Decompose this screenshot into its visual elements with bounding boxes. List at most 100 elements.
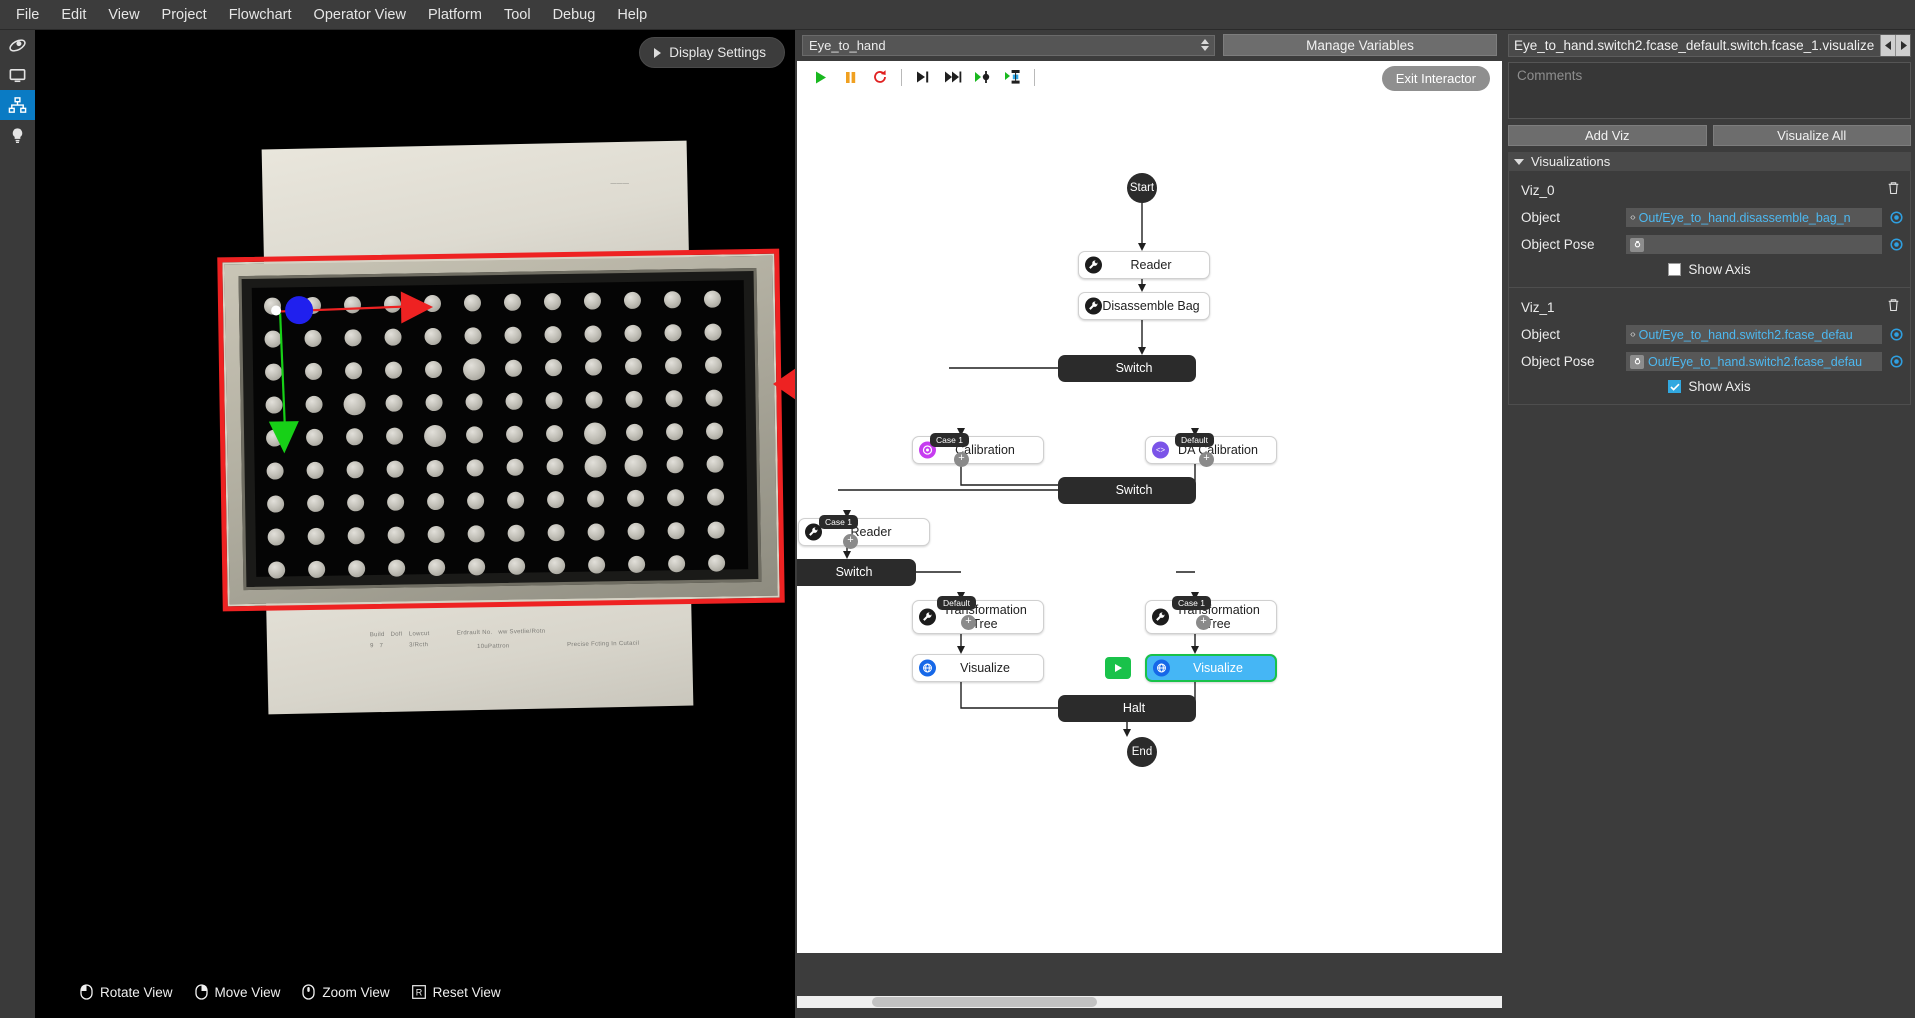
flowchart-node-end[interactable]: End bbox=[1127, 737, 1157, 767]
globe-icon bbox=[919, 659, 936, 677]
menu-item-view[interactable]: View bbox=[98, 2, 149, 28]
rotate-view-label: Rotate View bbox=[100, 984, 173, 1000]
flowchart-node-start[interactable]: Start bbox=[1127, 173, 1157, 203]
run-node-icon bbox=[1005, 70, 1020, 84]
flowchart-node-switch1[interactable]: Switch bbox=[1058, 355, 1196, 382]
menu-item-help[interactable]: Help bbox=[607, 2, 657, 28]
properties-panel: Eye_to_hand.switch2.fcase_default.switch… bbox=[1504, 30, 1915, 1018]
object-property-row: Object ‹› Out/Eye_to_hand.switch2.fcase_de… bbox=[1515, 325, 1904, 344]
visualizations-list: Viz_0 Object ‹› Out/Eye_to_hand.disassemble… bbox=[1508, 171, 1911, 405]
scene-content: ——— Build Dofl 9 7 Lowcut 3/Rcth Erdraul… bbox=[35, 30, 795, 1018]
comments-field[interactable]: Comments bbox=[1508, 62, 1911, 119]
locate-pose-button[interactable] bbox=[1888, 355, 1904, 368]
viz-title-row: Viz_1 bbox=[1515, 296, 1904, 325]
flowchart-node-viz2[interactable]: Visualize bbox=[1145, 654, 1277, 682]
show-axis-label: Show Axis bbox=[1688, 262, 1751, 277]
display-settings-button[interactable]: Display Settings bbox=[639, 37, 785, 68]
flowchart-node-viz1[interactable]: Visualize bbox=[912, 654, 1044, 682]
application-window: File Edit View Project Flowchart Operator Vie… bbox=[0, 0, 1915, 1018]
add-viz-button[interactable]: Add Viz bbox=[1508, 125, 1707, 146]
step-into-button[interactable] bbox=[908, 63, 938, 91]
delete-icon[interactable] bbox=[1887, 181, 1900, 200]
object-pose-value-field[interactable]: Out/Eye_to_hand.switch2.fcase_defau bbox=[1626, 352, 1882, 371]
flowchart-node-switch2[interactable]: Switch bbox=[1058, 477, 1196, 504]
calibration-board[interactable] bbox=[217, 248, 785, 612]
visualizations-section-header[interactable]: Visualizations bbox=[1508, 152, 1911, 171]
menu-item-file[interactable]: File bbox=[6, 2, 49, 28]
viz-action-buttons: Add Viz Visualize All bbox=[1508, 125, 1911, 146]
flowchart-canvas[interactable]: Start Reader Disassemble Bag Switch Calibrat… bbox=[797, 93, 1502, 953]
add-node-button[interactable]: + bbox=[1196, 615, 1211, 630]
add-node-button[interactable]: + bbox=[1199, 452, 1214, 467]
flowchart-node-tt2[interactable]: Transformation Tree bbox=[1145, 600, 1277, 634]
run-node-button[interactable] bbox=[998, 63, 1028, 91]
menu-item-flowchart[interactable]: Flowchart bbox=[219, 2, 302, 28]
rotate-view-control[interactable]: Rotate View bbox=[80, 984, 173, 1000]
viewport-3d[interactable]: ——— Build Dofl 9 7 Lowcut 3/Rcth Erdraul… bbox=[35, 30, 795, 1018]
object-pose-value-field[interactable] bbox=[1626, 235, 1882, 254]
step-over-button[interactable] bbox=[938, 63, 968, 91]
show-axis-label: Show Axis bbox=[1688, 379, 1751, 394]
branch-tag[interactable]: Default bbox=[1175, 433, 1214, 447]
object-value-field[interactable]: ‹› Out/Eye_to_hand.switch2.fcase_defau bbox=[1626, 325, 1882, 344]
branch-tag[interactable]: Default bbox=[937, 596, 976, 610]
orbit-icon[interactable] bbox=[0, 30, 35, 60]
run-node-chip[interactable] bbox=[1105, 657, 1131, 679]
flowchart-node-reader2[interactable]: Reader bbox=[798, 518, 930, 546]
play-icon bbox=[815, 71, 826, 83]
run-to-cursor-button[interactable] bbox=[968, 63, 998, 91]
svg-text:<>: <> bbox=[1156, 446, 1166, 455]
paper-marking: ——— bbox=[610, 180, 630, 188]
monitor-icon[interactable] bbox=[0, 60, 35, 90]
menu-item-platform[interactable]: Platform bbox=[418, 2, 492, 28]
exit-interactor-label: Exit Interactor bbox=[1395, 71, 1476, 86]
move-view-control[interactable]: Move View bbox=[194, 984, 280, 1000]
reset-view-control[interactable]: R Reset View bbox=[411, 985, 501, 1000]
show-axis-checkbox[interactable] bbox=[1668, 263, 1682, 276]
flowchart-node-switch3[interactable]: Switch bbox=[797, 559, 916, 586]
node-label: Reader bbox=[1130, 257, 1172, 272]
flowchart-select[interactable]: Eye_to_hand bbox=[802, 34, 1215, 56]
lightbulb-icon[interactable] bbox=[0, 120, 35, 150]
branch-tag[interactable]: Case 1 bbox=[1172, 596, 1211, 610]
chevron-updown-icon bbox=[1201, 39, 1209, 51]
locate-pose-button[interactable] bbox=[1888, 238, 1904, 251]
branch-tag[interactable]: Case 1 bbox=[819, 515, 858, 529]
visualize-all-label: Visualize All bbox=[1777, 128, 1847, 143]
menu-item-tool[interactable]: Tool bbox=[494, 2, 541, 28]
node-label: End bbox=[1131, 746, 1153, 758]
add-node-button[interactable]: + bbox=[843, 534, 858, 549]
visualize-all-button[interactable]: Visualize All bbox=[1712, 125, 1911, 146]
zoom-view-control[interactable]: Zoom View bbox=[302, 984, 390, 1000]
flowchart-node-reader1[interactable]: Reader bbox=[1078, 251, 1210, 279]
flowchart-node-bag[interactable]: Disassemble Bag bbox=[1078, 292, 1210, 320]
reset-button[interactable] bbox=[865, 63, 895, 91]
manage-variables-button[interactable]: Manage Variables bbox=[1223, 34, 1497, 56]
menu-item-edit[interactable]: Edit bbox=[51, 2, 96, 28]
flowchart-node-halt[interactable]: Halt bbox=[1058, 695, 1196, 722]
flowchart-tree-icon[interactable] bbox=[0, 90, 35, 120]
object-value-field[interactable]: ‹› Out/Eye_to_hand.disassemble_bag_n bbox=[1626, 208, 1882, 227]
add-node-button[interactable]: + bbox=[954, 452, 969, 467]
path-scroll-left-icon[interactable] bbox=[1880, 35, 1895, 56]
run-button[interactable] bbox=[805, 63, 835, 91]
exit-interactor-button[interactable]: Exit Interactor bbox=[1381, 66, 1490, 91]
menu-item-operator-view[interactable]: Operator View bbox=[304, 2, 416, 28]
flowchart-hscroll-thumb[interactable] bbox=[872, 997, 1097, 1007]
show-axis-checkbox[interactable] bbox=[1668, 380, 1682, 393]
add-node-button[interactable]: + bbox=[961, 615, 976, 630]
node-path-text[interactable]: Eye_to_hand.switch2.fcase_default.switch… bbox=[1509, 38, 1880, 53]
pause-button[interactable] bbox=[835, 63, 865, 91]
pose-axis-overlay bbox=[268, 291, 434, 454]
delete-icon[interactable] bbox=[1887, 298, 1900, 317]
menu-item-project[interactable]: Project bbox=[152, 2, 217, 28]
flowchart-hscrollbar[interactable] bbox=[797, 996, 1502, 1008]
menu-item-debug[interactable]: Debug bbox=[543, 2, 606, 28]
path-scroll-right-icon[interactable] bbox=[1895, 35, 1910, 56]
flowchart-node-tt1[interactable]: Transformation Tree bbox=[912, 600, 1044, 634]
node-label: Start bbox=[1129, 182, 1155, 194]
locate-object-button[interactable] bbox=[1888, 211, 1904, 224]
mouse-left-button-icon bbox=[80, 984, 93, 1000]
branch-tag[interactable]: Case 1 bbox=[930, 433, 969, 447]
locate-object-button[interactable] bbox=[1888, 328, 1904, 341]
